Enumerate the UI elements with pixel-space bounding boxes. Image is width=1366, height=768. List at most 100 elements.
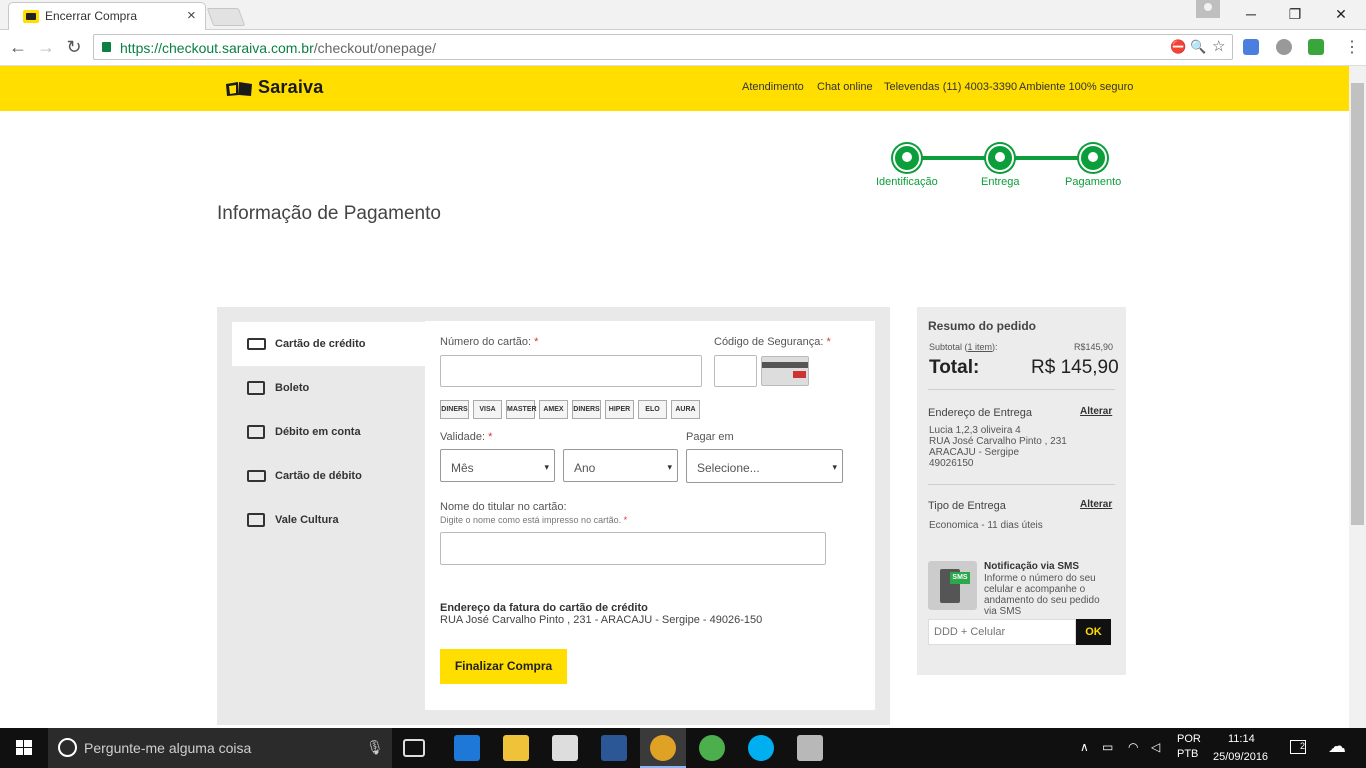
delivery-type-value: Economica - 11 dias úteis	[929, 520, 1043, 531]
weather-cloud-icon[interactable]: ☁	[1328, 736, 1346, 757]
card-brand-icon[interactable]: HIPER	[605, 400, 634, 419]
cortana-icon	[58, 738, 77, 757]
delivery-address: Lucia 1,2,3 oliveira 4 RUA José Carvalho…	[929, 425, 1067, 469]
tab-close-icon[interactable]: ×	[187, 7, 196, 24]
transfer-icon	[247, 425, 265, 439]
battery-icon[interactable]: ▭	[1102, 740, 1113, 754]
change-address-link[interactable]: Alterar	[1080, 406, 1112, 417]
change-delivery-link[interactable]: Alterar	[1080, 499, 1112, 510]
tab-title: Encerrar Compra	[45, 9, 138, 23]
total-value: R$ 145,90	[1031, 357, 1119, 378]
new-tab-button[interactable]	[206, 8, 246, 26]
card-brand-icon[interactable]: DINERS	[572, 400, 601, 419]
card-brand-icon[interactable]: ELO	[638, 400, 667, 419]
payment-method-vale-cultura[interactable]: Vale Cultura	[232, 498, 425, 542]
zoom-icon[interactable]: 🔍	[1190, 39, 1206, 55]
payment-method-label: Cartão de débito	[275, 470, 362, 482]
scrollbar-thumb[interactable]	[1351, 83, 1364, 525]
installments-select[interactable]: Selecione...	[686, 449, 843, 483]
tray-chevron-icon[interactable]: ∧	[1080, 740, 1089, 754]
saraiva-favicon-icon	[23, 10, 39, 23]
action-center-icon[interactable]: 2	[1290, 740, 1306, 754]
clock-date[interactable]: 25/09/2016	[1213, 751, 1268, 763]
store-icon[interactable]	[552, 735, 578, 761]
bookmark-star-icon[interactable]: ☆	[1212, 37, 1225, 55]
subtotal-value: R$145,90	[1074, 342, 1114, 352]
secure-env-link[interactable]: Ambiente 100% seguro	[1019, 81, 1133, 93]
utorrent-icon[interactable]	[699, 735, 725, 761]
paint-icon[interactable]	[797, 735, 823, 761]
saraiva-book-icon[interactable]	[224, 81, 254, 97]
card-brand-icon[interactable]: MASTER	[506, 400, 537, 419]
word-icon[interactable]	[601, 735, 627, 761]
payment-method-boleto[interactable]: Boleto	[232, 366, 425, 410]
holder-name-input[interactable]	[440, 532, 826, 565]
validity-label: Validade: *	[440, 431, 493, 443]
sms-phone-input[interactable]	[928, 619, 1076, 645]
minimize-icon[interactable]: ─	[1228, 2, 1274, 26]
site-header	[0, 66, 1349, 111]
profile-icon[interactable]	[1196, 0, 1220, 18]
security-code-label: Código de Segurança: *	[714, 336, 831, 348]
extension-icon[interactable]	[1276, 39, 1292, 55]
volume-icon[interactable]: ◁	[1151, 740, 1160, 754]
total-label: Total:	[929, 357, 980, 378]
payment-method-debit-card[interactable]: Cartão de débito	[232, 454, 425, 498]
step-label-identificacao: Identificação	[876, 176, 938, 188]
window-close-icon[interactable]: ✕	[1318, 2, 1364, 26]
chrome-menu-icon[interactable]: ⋮	[1344, 37, 1360, 57]
browser-tab[interactable]: Encerrar Compra ×	[8, 2, 206, 30]
skype-icon[interactable]	[748, 735, 774, 761]
delivery-truck-icon	[986, 144, 1014, 172]
debit-card-icon	[247, 470, 266, 482]
card-brand-icon[interactable]: VISA	[473, 400, 502, 419]
year-select[interactable]: Ano	[563, 449, 678, 482]
delivery-type-title: Tipo de Entrega	[928, 500, 1006, 512]
language-indicator[interactable]: POR PTB	[1177, 733, 1201, 760]
sms-ok-button[interactable]: OK	[1076, 619, 1111, 645]
month-select[interactable]: Mês	[440, 449, 555, 482]
atendimento-link[interactable]: Atendimento	[742, 81, 804, 93]
reload-icon[interactable]: ↻	[64, 37, 84, 58]
payment-method-debito-conta[interactable]: Débito em conta	[232, 410, 425, 454]
subtotal-label: Subtotal (1 item):	[929, 342, 998, 352]
windows-start-icon[interactable]	[0, 728, 48, 768]
extension-m-icon[interactable]	[1308, 39, 1324, 55]
wifi-icon[interactable]: ◠	[1128, 740, 1138, 754]
translate-extension-icon[interactable]	[1243, 39, 1259, 55]
restore-icon[interactable]: ❐	[1272, 2, 1318, 26]
saraiva-logo[interactable]: Saraiva	[258, 77, 323, 98]
url-text: https://checkout.saraiva.com.br/checkout…	[120, 40, 436, 56]
card-brand-icon[interactable]: DINERS	[440, 400, 469, 419]
file-explorer-icon[interactable]	[503, 735, 529, 761]
finalizar-compra-button[interactable]: Finalizar Compra	[440, 649, 567, 684]
step-label-entrega: Entrega	[981, 176, 1020, 188]
summary-divider	[928, 484, 1115, 485]
task-view-icon[interactable]	[403, 739, 425, 757]
billing-address-title: Endereço da fatura do cartão de crédito	[440, 602, 648, 614]
address-bar[interactable]: https://checkout.saraiva.com.br/checkout…	[93, 34, 1233, 60]
page-title: Informação de Pagamento	[217, 203, 441, 224]
edge-icon[interactable]	[454, 735, 480, 761]
chat-online-link[interactable]: Chat online	[817, 81, 873, 93]
lock-icon	[102, 42, 111, 52]
back-icon[interactable]: ←	[8, 37, 28, 58]
security-code-input[interactable]	[714, 355, 757, 387]
forward-icon[interactable]: →	[36, 37, 56, 58]
clock-time[interactable]: 11:14	[1228, 733, 1255, 745]
televendas-link[interactable]: Televendas (11) 4003-3390	[884, 81, 1017, 93]
payment-card-icon	[1079, 144, 1107, 172]
delivery-address-title: Endereço de Entrega	[928, 407, 1032, 419]
chrome-icon[interactable]	[650, 735, 676, 761]
microphone-icon[interactable]: 🎙	[366, 739, 384, 756]
card-number-input[interactable]	[440, 355, 702, 387]
subtotal-items-link[interactable]: 1 item	[968, 342, 993, 352]
identification-step-icon	[893, 144, 921, 172]
payment-method-credit-card[interactable]: Cartão de crédito	[232, 322, 425, 366]
blocked-content-icon[interactable]: ⛔	[1170, 39, 1186, 55]
card-brand-icon[interactable]: AMEX	[539, 400, 568, 419]
card-brand-icon[interactable]: AURA	[671, 400, 700, 419]
sms-description: Informe o número do seu celular e acompa…	[984, 573, 1100, 617]
sms-badge: SMS	[950, 572, 970, 584]
step-label-pagamento: Pagamento	[1065, 176, 1122, 188]
